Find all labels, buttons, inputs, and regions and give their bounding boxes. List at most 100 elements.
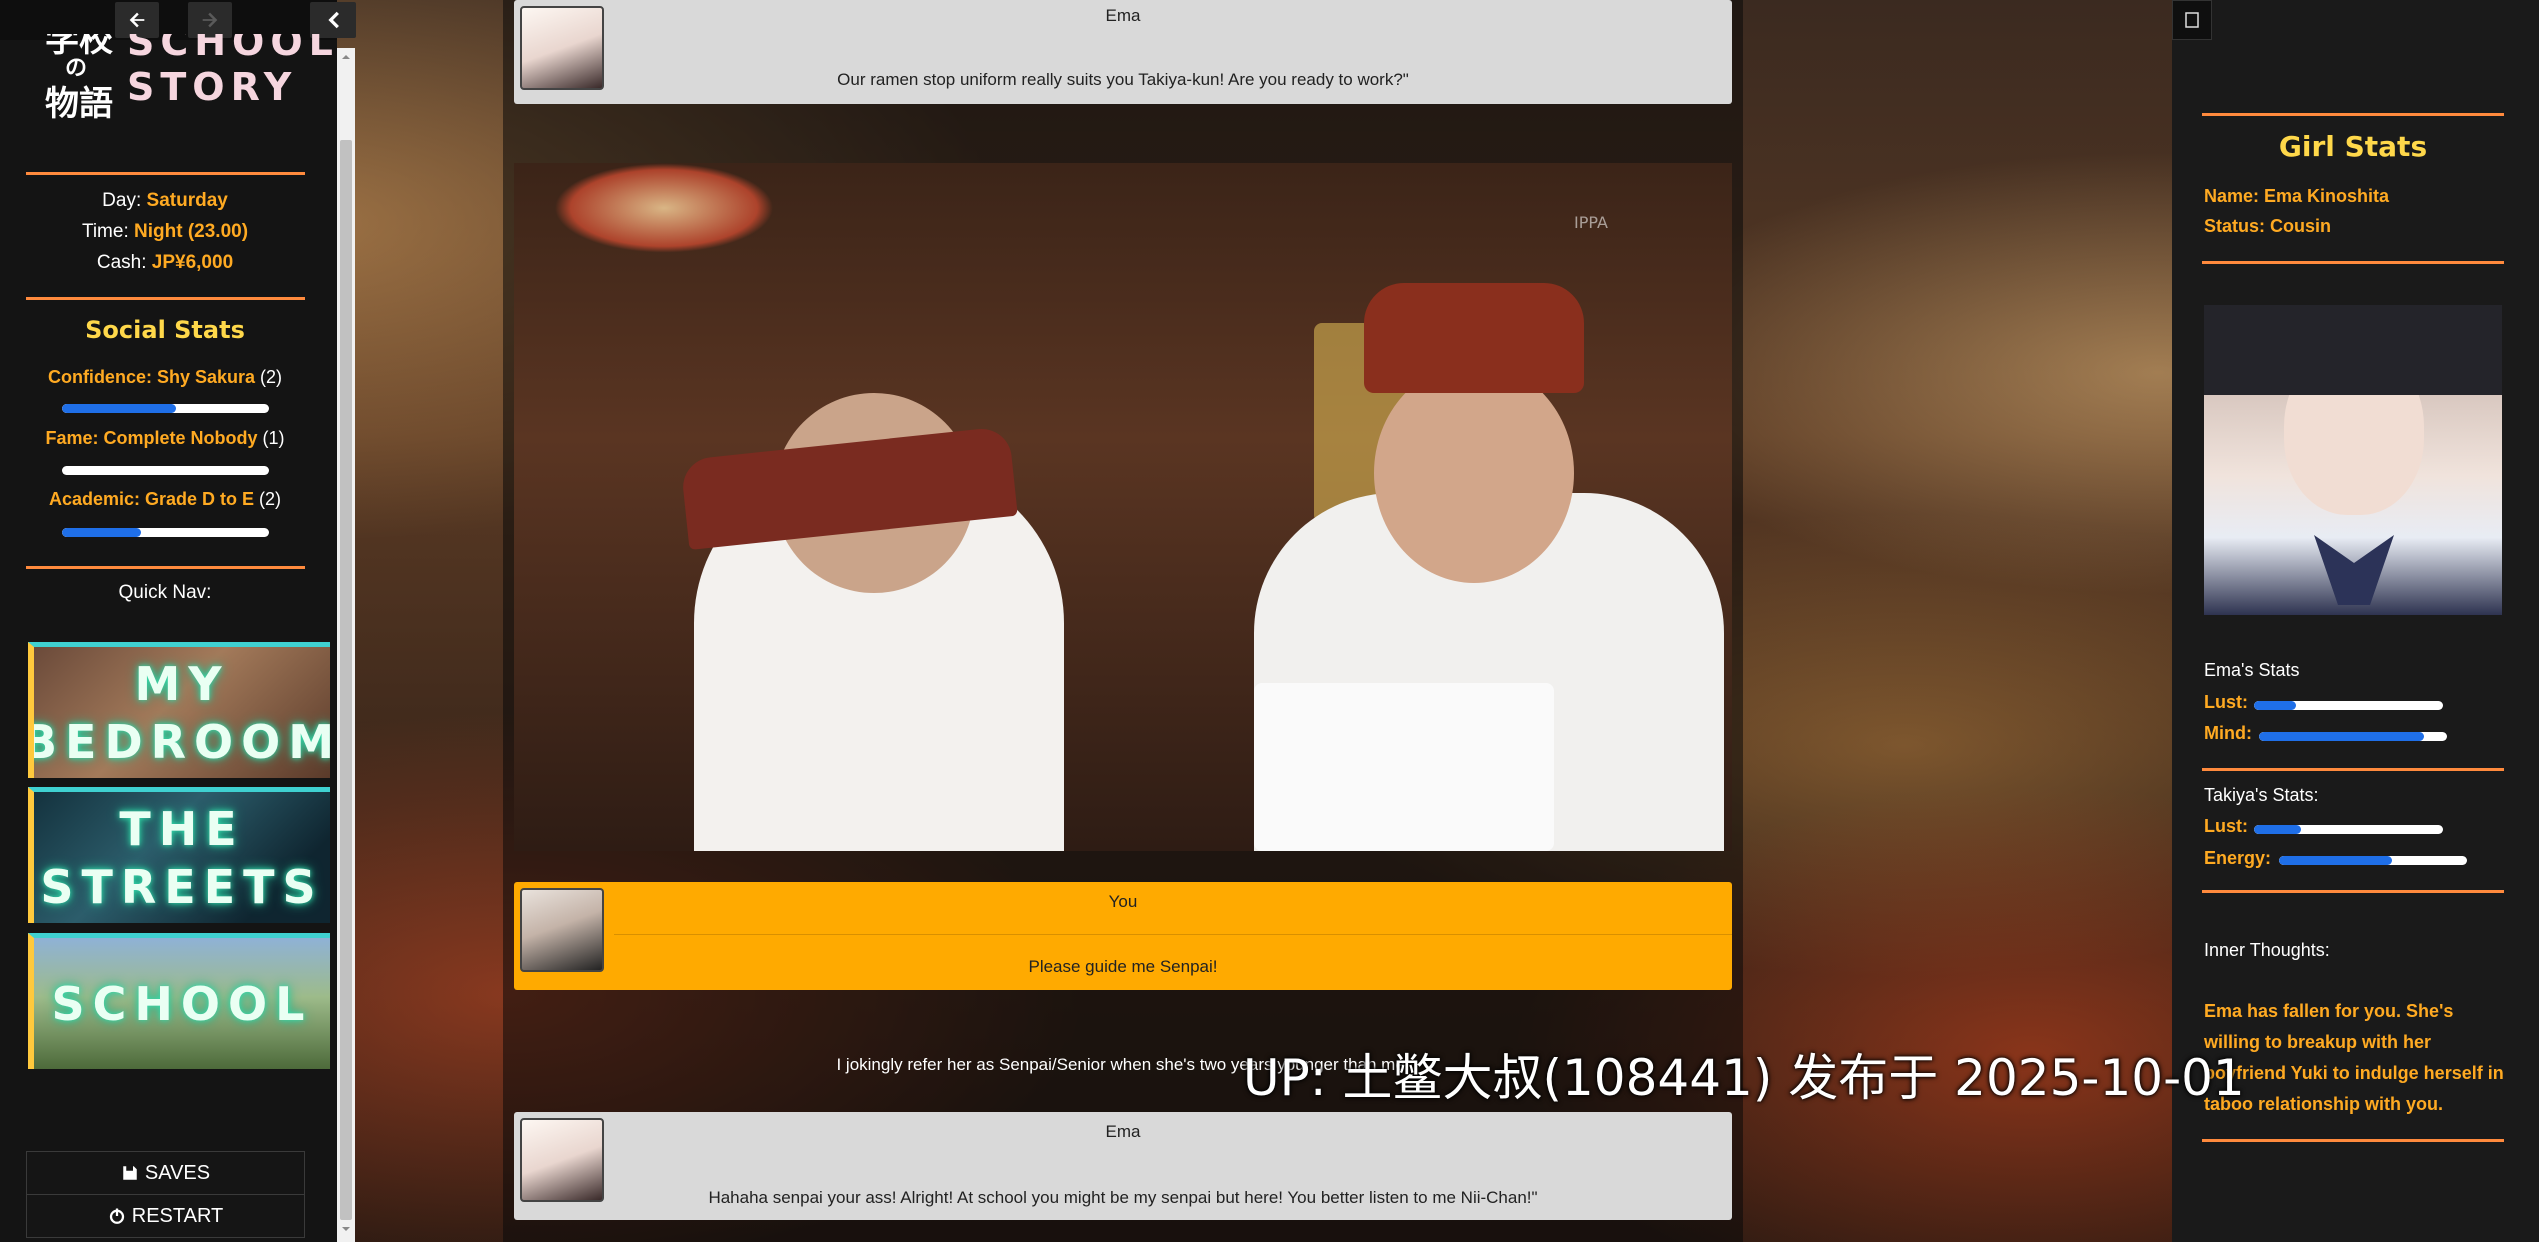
logo-en-line1: SCHOOL	[127, 34, 339, 62]
toggle-panel-button[interactable]	[2172, 0, 2212, 40]
divider	[2202, 261, 2504, 264]
social-stats-title: Social Stats	[85, 316, 245, 344]
day-value: Saturday	[146, 190, 228, 211]
takiya-lust-label: Lust:	[2204, 816, 2248, 836]
chevron-left-icon	[328, 11, 339, 29]
divider	[2202, 113, 2504, 116]
dialog-box-you: You Please guide me Senpai!	[514, 882, 1732, 990]
takiya-lust-bar	[2254, 825, 2443, 834]
logo-jp-line2: の	[65, 56, 88, 81]
speaker-name: Ema	[1105, 6, 1141, 25]
time-label: Time:	[81, 221, 129, 242]
lanterns	[554, 163, 774, 253]
takiya-energy-bar	[2279, 856, 2467, 865]
floppy-disk-icon	[123, 1166, 137, 1180]
logo-en-line2: STORY	[127, 65, 298, 109]
academic-level: (2)	[259, 489, 282, 509]
fame-stat: Fame: Complete Nobody (1)	[0, 428, 330, 449]
time-value: Night (23.00)	[134, 221, 249, 242]
dialog-text: Please guide me Senpai!	[1028, 957, 1218, 976]
quick-nav-label: THE	[119, 801, 245, 856]
time-line: Time: Night (23.00)	[0, 221, 330, 243]
power-icon	[109, 1208, 124, 1224]
logo-english: SCHOOL STORY	[127, 34, 339, 112]
restart-button[interactable]: RESTART	[26, 1194, 305, 1238]
speaker-name: You	[1108, 892, 1138, 911]
day-line: Day: Saturday	[0, 190, 330, 212]
collapse-sidebar-button[interactable]	[310, 2, 356, 38]
dialog-box-ema-2: Ema Hahaha senpai your ass! Alright! At …	[514, 1112, 1732, 1220]
boy-bandana	[1364, 283, 1584, 393]
divider	[2202, 768, 2504, 771]
confidence-level: (2)	[260, 367, 283, 387]
logo-japanese: 学校 の 物語	[45, 34, 125, 134]
quick-nav-title: Quick Nav:	[118, 582, 212, 603]
ema-lust-label: Lust:	[2204, 692, 2248, 712]
academic-label: Academic: Grade D to E	[48, 489, 255, 509]
saves-label: SAVES	[144, 1161, 211, 1184]
portrait-bow	[2314, 535, 2394, 605]
restart-label: RESTART	[131, 1204, 224, 1227]
boy-face	[1374, 363, 1574, 583]
fame-label: Fame: Complete Nobody	[45, 428, 258, 448]
scroll-down-icon[interactable]	[341, 1224, 351, 1234]
portrait-hair	[2204, 305, 2502, 395]
divider	[26, 566, 305, 569]
cash-value: JP¥6,000	[151, 252, 234, 273]
quick-nav-label: STREETS	[40, 859, 324, 914]
ema-mind-bar	[2259, 732, 2447, 741]
cash-label: Cash:	[96, 252, 147, 273]
logo-jp-line1: 学校	[45, 34, 113, 56]
sidebar-scroll-thumb[interactable]	[340, 140, 352, 1220]
scene-watermark: IPPA	[1574, 213, 1608, 232]
girl-status: Status: Cousin	[2204, 216, 2332, 236]
divider	[2202, 1139, 2504, 1142]
divider	[26, 172, 305, 175]
divider	[26, 297, 305, 300]
back-button[interactable]	[115, 2, 159, 38]
dialog-divider	[614, 934, 1732, 935]
confidence-label: Confidence: Shy Sakura	[47, 367, 256, 387]
left-sidebar: 学校 の 物語 SCHOOL STORY Day: Saturday Time:…	[0, 0, 356, 1242]
girl-name: Name: Ema Kinoshita	[2204, 186, 2390, 206]
fame-level: (1)	[262, 428, 285, 448]
inner-thoughts-text: Ema has fallen for you. She's willing to…	[2204, 1001, 2504, 1114]
girl-stats-title: Girl Stats	[2278, 130, 2428, 163]
dialog-box-ema-1: Ema Our ramen stop uniform really suits …	[514, 0, 1732, 104]
square-icon	[2185, 12, 2199, 28]
day-label: Day:	[102, 190, 142, 211]
ema-portrait	[2204, 305, 2502, 615]
arrow-left-icon	[129, 12, 145, 28]
cash-line: Cash: JP¥6,000	[0, 252, 330, 274]
fame-bar	[62, 466, 269, 475]
academic-bar	[62, 528, 269, 537]
quick-nav-the-streets[interactable]: THE STREETS	[28, 787, 330, 923]
forward-button[interactable]	[188, 2, 232, 38]
academic-stat: Academic: Grade D to E (2)	[0, 489, 330, 510]
ema-lust-bar	[2254, 701, 2443, 710]
scroll-up-icon[interactable]	[341, 52, 351, 62]
upload-watermark: UP: 土鳖大叔(108441) 发布于 2025-10-01	[1243, 1049, 2245, 1107]
dialog-text: Our ramen stop uniform really suits you …	[837, 70, 1409, 89]
quick-nav-school[interactable]: SCHOOL	[28, 933, 330, 1069]
ema-stats-title: Ema's Stats	[2204, 660, 2300, 680]
saves-button[interactable]: SAVES	[26, 1151, 305, 1195]
logo-jp-line3: 物語	[45, 84, 113, 124]
quick-nav-my-bedroom[interactable]: MY BEDROOM	[28, 642, 330, 778]
inner-thoughts-title: Inner Thoughts:	[2204, 940, 2330, 960]
dialog-text: Hahaha senpai your ass! Alright! At scho…	[708, 1188, 1538, 1207]
game-logo: 学校 の 物語 SCHOOL STORY	[45, 34, 333, 134]
quick-nav-label: SCHOOL	[51, 976, 313, 1031]
takiya-stats-title: Takiya's Stats:	[2204, 785, 2319, 805]
speaker-name: Ema	[1105, 1122, 1141, 1141]
confidence-stat: Confidence: Shy Sakura (2)	[0, 367, 330, 388]
takiya-energy-label: Energy:	[2204, 848, 2272, 868]
ema-mind-label: Mind:	[2204, 723, 2252, 743]
quick-nav-label: BEDROOM	[28, 714, 330, 769]
quick-nav-label: MY	[134, 656, 230, 711]
confidence-bar	[62, 404, 269, 413]
scene-image: IPPA	[514, 163, 1732, 851]
white-box	[1254, 683, 1554, 851]
divider	[2202, 890, 2504, 893]
arrow-right-icon	[202, 12, 218, 28]
